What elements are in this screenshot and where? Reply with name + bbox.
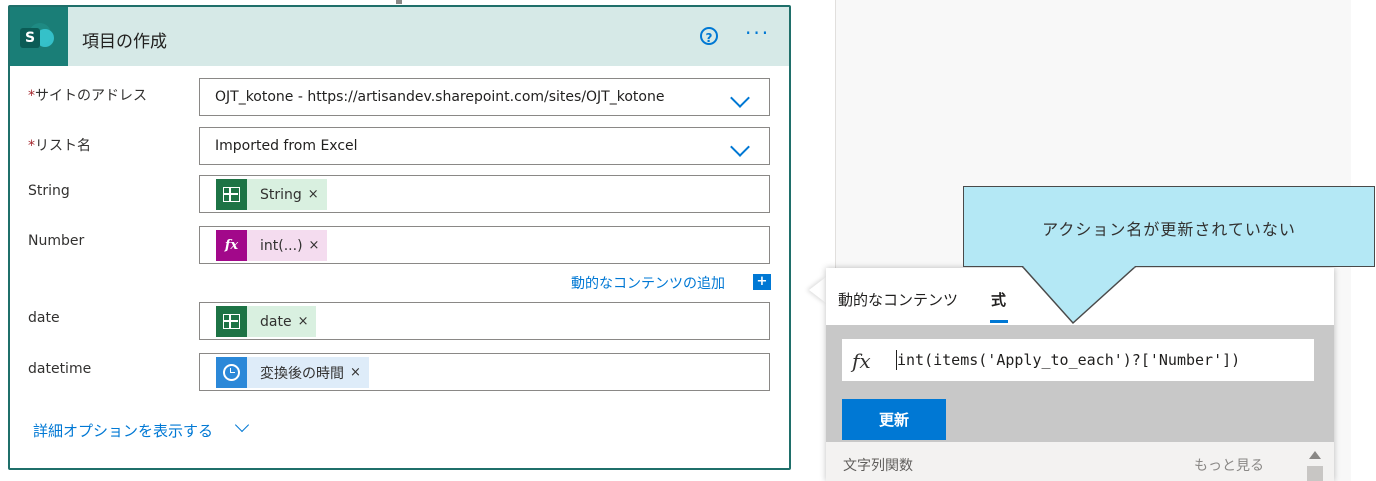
update-button[interactable]: 更新 (842, 399, 946, 440)
number-label: Number (28, 233, 85, 249)
datetime-label: datetime (28, 361, 92, 377)
datetime-token[interactable]: 変換後の時間 × (216, 357, 369, 388)
create-item-action-card: S 項目の作成 ? ··· *サイトのアドレス OJT_kotone - htt… (8, 5, 791, 470)
tab-expression[interactable]: 式 (991, 289, 1006, 310)
function-category-row: 文字列関数 もっと見る (826, 442, 1334, 481)
number-field[interactable]: fx int(...) × (199, 226, 770, 264)
required-marker: * (28, 88, 35, 104)
add-dynamic-content-icon[interactable]: + (753, 274, 771, 290)
callout-text: アクション名が更新されていない (1042, 220, 1296, 239)
scrollbar[interactable] (1304, 442, 1326, 481)
fx-icon: fx (216, 230, 247, 261)
excel-icon (216, 306, 247, 337)
card-header[interactable]: S 項目の作成 ? ··· (10, 7, 789, 66)
date-token[interactable]: date × (216, 306, 317, 337)
sharepoint-icon: S (10, 7, 68, 66)
show-advanced-options-link[interactable]: 詳細オプションを表示する (33, 420, 213, 441)
flow-connector (396, 0, 402, 4)
remove-token-icon[interactable]: × (350, 365, 369, 380)
list-name-dropdown[interactable]: Imported from Excel (199, 127, 770, 165)
popup-pointer (809, 277, 826, 303)
active-tab-indicator (990, 320, 1008, 323)
list-name-value: Imported from Excel (215, 138, 358, 154)
number-token[interactable]: fx int(...) × (216, 230, 328, 261)
chevron-down-icon[interactable] (234, 417, 250, 433)
annotation-callout: アクション名が更新されていない (963, 186, 1375, 267)
chevron-down-icon[interactable] (730, 137, 750, 157)
more-options-icon[interactable]: ··· (745, 21, 770, 45)
clock-icon (216, 357, 247, 388)
string-token[interactable]: String × (216, 179, 327, 210)
expression-input[interactable]: fx int(items('Apply_to_each')?['Number']… (842, 339, 1314, 381)
datetime-field[interactable]: 変換後の時間 × (199, 353, 770, 391)
date-field[interactable]: date × (199, 302, 770, 340)
tab-dynamic-content[interactable]: 動的なコンテンツ (838, 289, 958, 310)
chevron-down-icon[interactable] (730, 88, 750, 108)
scroll-up-icon[interactable] (1309, 451, 1321, 459)
expression-text: int(items('Apply_to_each')?['Number']) (897, 351, 1241, 369)
site-address-label: *サイトのアドレス (28, 88, 147, 104)
site-address-value: OJT_kotone - https://artisandev.sharepoi… (215, 89, 665, 105)
expression-editor-area: fx int(items('Apply_to_each')?['Number']… (826, 325, 1334, 442)
fx-icon: fx (852, 349, 871, 373)
scrollbar-thumb[interactable] (1307, 466, 1323, 481)
remove-token-icon[interactable]: × (308, 187, 327, 202)
date-label: date (28, 310, 60, 326)
required-marker: * (28, 138, 35, 154)
string-label: String (28, 183, 70, 199)
card-title[interactable]: 項目の作成 (82, 27, 167, 52)
help-icon[interactable]: ? (700, 27, 718, 45)
remove-token-icon[interactable]: × (298, 314, 317, 329)
list-name-label: *リスト名 (28, 138, 91, 154)
see-more-link[interactable]: もっと見る (1194, 455, 1264, 475)
site-address-dropdown[interactable]: OJT_kotone - https://artisandev.sharepoi… (199, 78, 770, 116)
add-dynamic-content-link[interactable]: 動的なコンテンツの追加 (571, 273, 725, 293)
excel-icon (216, 179, 247, 210)
expression-popup: 動的なコンテンツ 式 fx int(items('Apply_to_each')… (826, 268, 1334, 481)
string-functions-label: 文字列関数 (843, 458, 913, 474)
remove-token-icon[interactable]: × (309, 238, 328, 253)
string-field[interactable]: String × (199, 175, 770, 213)
